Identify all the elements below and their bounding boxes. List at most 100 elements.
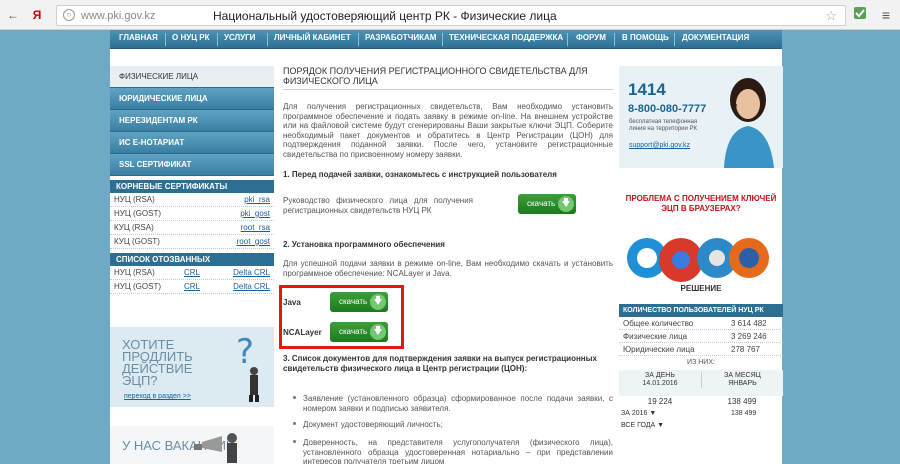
step1-title: 1. Перед подачей заявки, ознакомьтесь с … xyxy=(283,170,557,179)
per-day-value: 19 224 xyxy=(647,397,673,406)
per-day-date: 14.01.2016 xyxy=(642,380,678,387)
revoked-row: НУЦ (GOST) CRL Delta CRL xyxy=(110,280,274,294)
browser-toolbar: ← Я ○ www.pki.gov.kz Национальный удосто… xyxy=(0,0,900,30)
nav-forum[interactable]: ФОРУМ xyxy=(576,33,606,42)
period-values: 19 224 138 499 xyxy=(619,396,783,408)
globe-icon: ○ xyxy=(63,9,75,21)
crl-link[interactable]: CRL xyxy=(184,266,200,280)
cert-name: КУЦ (RSA) xyxy=(114,223,154,232)
revoked-row: НУЦ (RSA) CRL Delta CRL xyxy=(110,266,274,280)
hotline-desc: бесплатная телефонная линия на территори… xyxy=(629,119,698,132)
delta-crl-link[interactable]: Delta CRL xyxy=(233,280,270,294)
back-arrow-icon[interactable]: ← xyxy=(6,6,20,24)
download-label: скачать xyxy=(527,199,556,208)
nav-help[interactable]: В ПОМОЩЬ xyxy=(622,33,669,42)
step3-title: 3. Список документов для подтверждения з… xyxy=(283,354,597,373)
cert-link[interactable]: pki_gost xyxy=(240,207,270,221)
nav-separator xyxy=(165,33,166,46)
stats-value: 3 614 482 xyxy=(731,319,767,328)
stats-value: 278 767 xyxy=(731,345,760,354)
nav-cabinet[interactable]: ЛИЧНЫЙ КАБИНЕТ xyxy=(274,33,351,42)
hotline-long: 8-800-080-7777 xyxy=(628,103,707,115)
root-cert-row: НУЦ (GOST) pki_gost xyxy=(110,207,274,221)
year-select[interactable]: ЗА 2016 ▼ xyxy=(621,408,656,420)
nav-support[interactable]: ТЕХНИЧЕСКАЯ ПОДДЕРЖКА xyxy=(449,33,563,42)
cert-name: НУЦ (GOST) xyxy=(114,282,161,291)
cert-name: НУЦ (RSA) xyxy=(114,268,155,277)
cert-link[interactable]: root_gost xyxy=(237,235,270,249)
period-headers: ЗА ДЕНЬ 14.01.2016 ЗА МЕСЯЦ ЯНВАРЬ xyxy=(619,370,783,396)
stats-row: Общее количество 3 614 482 xyxy=(619,317,783,330)
nav-services[interactable]: УСЛУГИ xyxy=(224,33,255,42)
sidebar-item-ssl[interactable]: SSL СЕРТИФИКАТ xyxy=(110,154,274,176)
stats-label: Юридические лица xyxy=(623,345,695,354)
solution-link[interactable]: РЕШЕНИЕ xyxy=(619,284,783,293)
vacancies-banner[interactable]: У НАС ВАКАНСИИ xyxy=(110,426,274,464)
page-tab-title: Национальный удостоверяющий центр РК - Ф… xyxy=(213,9,557,23)
delta-crl-link[interactable]: Delta CRL xyxy=(233,266,270,280)
nav-separator xyxy=(567,33,568,46)
main-nav: ГЛАВНАЯ О НУЦ РК УСЛУГИ ЛИЧНЫЙ КАБИНЕТ Р… xyxy=(110,30,782,49)
stats-row: Физические лица 3 269 246 xyxy=(619,330,783,343)
user-stats-panel: КОЛИЧЕСТВО ПОЛЬЗОВАТЕЛЕЙ НУЦ РК Общее ко… xyxy=(619,304,783,432)
nav-developers[interactable]: РАЗРАБОТЧИКАМ xyxy=(365,33,436,42)
nav-about[interactable]: О НУЦ РК xyxy=(172,33,209,42)
step2-text: Для успешной подачи заявки в режиме on-l… xyxy=(283,259,613,278)
sidebar-item-legal[interactable]: ЮРИДИЧЕСКИЕ ЛИЦА xyxy=(110,88,274,110)
sidebar-item-enotary[interactable]: ИС Е-НОТАРИАТ xyxy=(110,132,274,154)
hotline-banner: 1414 8-800-080-7777 бесплатная телефонна… xyxy=(619,66,783,168)
stats-heading: КОЛИЧЕСТВО ПОЛЬЗОВАТЕЛЕЙ НУЦ РК xyxy=(619,304,783,317)
per-month-header: ЗА МЕСЯЦ ЯНВАРЬ xyxy=(701,372,783,388)
browser-problem-text[interactable]: ПРОБЛЕМА С ПОЛУЧЕНИЕМ КЛЮЧЕЙ ЭЦП В БРАУЗ… xyxy=(619,194,783,214)
download-manual-button[interactable]: скачать xyxy=(518,194,576,214)
nav-separator xyxy=(217,33,218,46)
bullet-text: Доверенность, на представителя услугопол… xyxy=(303,438,613,464)
nav-separator xyxy=(358,33,359,46)
revoked-certs-heading: СПИСОК ОТОЗВАННЫХ СЕРТИФИКАТОВ xyxy=(110,253,274,277)
renew-eds-text: ХОТИТЕ ПРОДЛИТЬ ДЕЙСТВИЕ ЭЦП? xyxy=(122,337,193,388)
of-them-label: ИЗ НИХ: xyxy=(687,359,715,366)
cert-name: КУЦ (GOST) xyxy=(114,237,160,246)
stats-label: Физические лица xyxy=(623,332,688,341)
list-item: Заявление (установленного образца) сформ… xyxy=(293,394,613,413)
list-item: Доверенность, на представителя услугопол… xyxy=(293,438,613,464)
bullet-text: Документ удостоверяющий личность; xyxy=(303,420,443,429)
cert-link[interactable]: root_rsa xyxy=(241,221,270,235)
per-month-name: ЯНВАРЬ xyxy=(728,380,757,387)
left-sidebar: ФИЗИЧЕСКИЕ ЛИЦА ЮРИДИЧЕСКИЕ ЛИЦА НЕРЕЗИД… xyxy=(110,66,274,294)
support-email-link[interactable]: support@pki.gov.kz xyxy=(629,142,690,149)
sidebar-item-nonresidents[interactable]: НЕРЕЗИДЕНТАМ РК xyxy=(110,110,274,132)
sidebar-item-individuals[interactable]: ФИЗИЧЕСКИЕ ЛИЦА xyxy=(110,66,274,88)
root-cert-row: НУЦ (RSA) pki_rsa xyxy=(110,193,274,207)
browser-logos-icon[interactable] xyxy=(621,230,781,286)
stats-row: Юридические лица 278 767 xyxy=(619,343,783,356)
per-month-value: 138 499 xyxy=(727,397,757,406)
all-years-select[interactable]: ВСЕ ГОДА ▼ xyxy=(621,420,664,432)
crl-link[interactable]: CRL xyxy=(184,280,200,294)
list-item: Документ удостоверяющий личность; xyxy=(293,420,613,430)
per-month-label: ЗА МЕСЯЦ xyxy=(724,372,761,379)
nav-home[interactable]: ГЛАВНАЯ xyxy=(119,33,158,42)
renew-eds-link[interactable]: переход в раздел >> xyxy=(124,393,191,400)
year-value: 138 499 xyxy=(731,410,757,417)
renew-eds-banner[interactable]: ХОТИТЕ ПРОДЛИТЬ ДЕЙСТВИЕ ЭЦП? переход в … xyxy=(110,327,274,407)
bullet-icon xyxy=(293,440,296,443)
per-day-header: ЗА ДЕНЬ 14.01.2016 xyxy=(619,372,701,388)
nav-docs[interactable]: ДОКУМЕНТАЦИЯ xyxy=(682,33,749,42)
root-cert-row: КУЦ (GOST) root_gost xyxy=(110,235,274,249)
megaphone-man-icon xyxy=(194,433,237,463)
root-certs-heading: КОРНЕВЫЕ СЕРТИФИКАТЫ xyxy=(110,180,274,193)
shield-check-icon[interactable] xyxy=(852,6,868,24)
address-bar[interactable]: ○ www.pki.gov.kz Национальный удостоверя… xyxy=(56,5,846,26)
bookmark-star-icon[interactable]: ☆ xyxy=(825,8,837,24)
cert-name: НУЦ (GOST) xyxy=(114,209,161,218)
cert-link[interactable]: pki_rsa xyxy=(244,193,270,207)
menu-icon[interactable]: ≡ xyxy=(878,6,894,24)
hotline-short: 1414 xyxy=(628,80,666,99)
download-arrow-icon xyxy=(558,196,574,212)
step2-title: 2. Установка программного обеспечения xyxy=(283,240,445,249)
page-title: ПОРЯДОК ПОЛУЧЕНИЯ РЕГИСТРАЦИОННОГО СВИДЕ… xyxy=(283,66,613,90)
stats-value: 3 269 246 xyxy=(731,332,767,341)
operator-girl-icon xyxy=(724,78,774,168)
yandex-icon[interactable]: Я xyxy=(30,6,44,24)
